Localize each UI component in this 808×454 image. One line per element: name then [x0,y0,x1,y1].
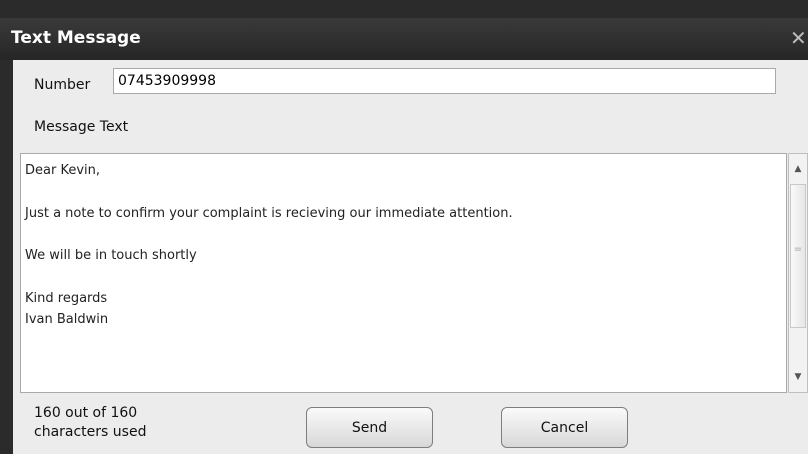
number-input[interactable] [113,68,776,94]
close-icon[interactable]: ✕ [790,26,807,50]
scroll-up-icon[interactable]: ▲ [790,160,806,178]
message-textarea[interactable]: Dear Kevin, Just a note to confirm your … [20,153,787,393]
message-scrollbar[interactable]: ▲ = ▼ [788,153,808,393]
counter-line-1: 160 out of 160 [34,405,138,421]
message-text-label: Message Text [34,119,129,135]
scroll-down-icon[interactable]: ▼ [790,368,806,386]
scrollbar-grip-icon: = [793,244,803,255]
counter-line-2: characters used [34,424,147,440]
dialog-title: Text Message [11,28,141,48]
text-message-dialog: Text Message ✕ Number Message Text Dear … [0,0,808,454]
send-button[interactable]: Send [306,407,433,448]
title-bar[interactable]: Text Message ✕ [0,18,808,60]
scrollbar-thumb[interactable]: = [790,184,806,328]
number-label: Number [34,77,91,93]
dialog-body: Number Message Text Dear Kevin, Just a n… [13,60,808,454]
cancel-button[interactable]: Cancel [501,407,628,448]
character-counter: 160 out of 160 characters used [34,404,146,442]
